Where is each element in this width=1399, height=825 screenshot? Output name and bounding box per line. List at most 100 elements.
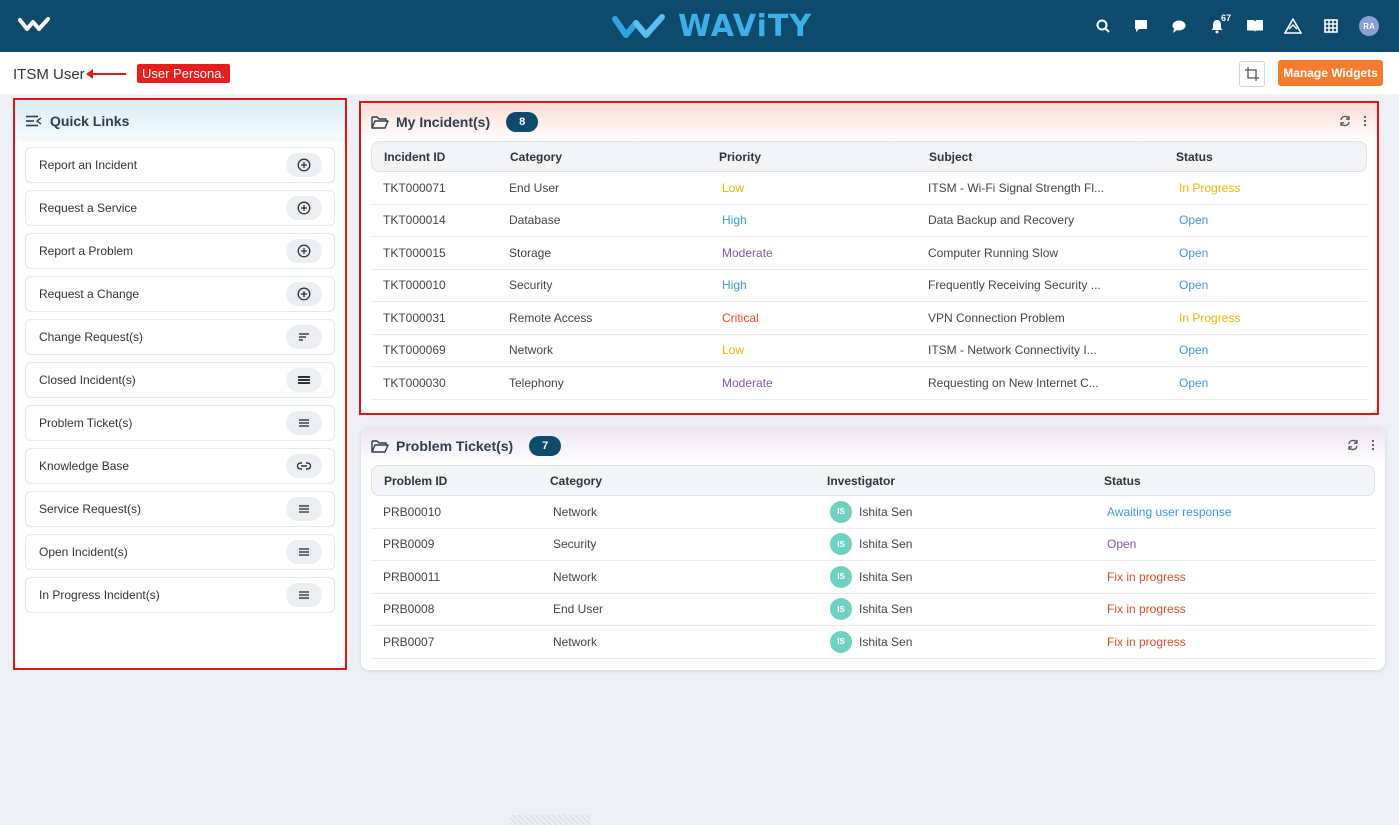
column-header[interactable]: Status (1092, 474, 1352, 488)
incident-id[interactable]: TKT000031 (371, 311, 497, 325)
quick-link-item[interactable]: Request a Change (25, 276, 335, 312)
problem-id[interactable]: PRB00010 (371, 505, 537, 519)
quick-link-action-button[interactable] (286, 153, 322, 177)
column-header[interactable]: Priority (707, 150, 917, 164)
refresh-icon[interactable] (1347, 439, 1359, 451)
quick-link-action-button[interactable] (286, 497, 322, 521)
menu-lines-icon (297, 589, 311, 601)
quick-link-action-button[interactable] (286, 325, 322, 349)
table-row[interactable]: TKT000069 Network Low ITSM - Network Con… (371, 335, 1367, 367)
refresh-icon[interactable] (1339, 115, 1351, 127)
table-row[interactable]: TKT000031 Remote Access Critical VPN Con… (371, 302, 1367, 335)
search-icon[interactable] (1087, 10, 1119, 42)
quick-link-action-button[interactable] (286, 454, 322, 478)
incident-id[interactable]: TKT000015 (371, 246, 497, 260)
quick-links-panel: Quick Links Report an Incident Request a… (15, 100, 345, 668)
grid-icon[interactable] (1315, 10, 1347, 42)
chat-bubble-icon[interactable] (1163, 10, 1195, 42)
incident-category: End User (509, 180, 560, 195)
incidents-widget-title: My Incident(s) (396, 114, 491, 130)
incident-status: Open (1179, 375, 1209, 390)
page-title: ITSM User (13, 66, 85, 83)
table-row[interactable]: TKT000015 Storage Moderate Computer Runn… (371, 237, 1367, 270)
incident-id[interactable]: TKT000069 (371, 343, 497, 357)
more-vertical-icon[interactable] (1371, 439, 1375, 451)
quick-link-action-button[interactable] (286, 196, 322, 220)
table-row[interactable]: TKT000014 Database High Data Backup and … (371, 205, 1367, 237)
problem-id[interactable]: PRB00011 (371, 570, 537, 584)
quick-link-label: Open Incident(s) (39, 545, 128, 559)
message-square-icon[interactable] (1125, 10, 1157, 42)
incident-status: In Progress (1179, 180, 1241, 195)
problem-investigator: IS Ishita Sen (814, 598, 1091, 621)
notification-count: 67 (1221, 13, 1232, 23)
quick-link-item[interactable]: Request a Service (25, 190, 335, 226)
menu-logo-icon[interactable] (18, 14, 50, 39)
quick-link-item[interactable]: Closed Incident(s) (25, 362, 335, 398)
problem-id[interactable]: PRB0009 (371, 537, 537, 551)
avatar: IS (830, 598, 852, 621)
incident-subject: Frequently Receiving Security ... (928, 278, 1101, 293)
problem-id[interactable]: PRB0008 (371, 602, 537, 616)
more-vertical-icon[interactable] (1363, 115, 1367, 127)
collapse-menu-icon[interactable] (26, 115, 42, 127)
annotation-arrow (86, 69, 126, 79)
investigator-name: Ishita Sen (859, 634, 913, 649)
incident-subject: ITSM - Wi-Fi Signal Strength Fl... (928, 180, 1105, 195)
problem-investigator: IS Ishita Sen (814, 630, 1091, 653)
incident-subject: Computer Running Slow (928, 245, 1059, 260)
quick-link-action-button[interactable] (286, 368, 322, 392)
column-header[interactable]: Subject (917, 150, 1164, 164)
book-icon[interactable] (1239, 10, 1271, 42)
quick-link-item[interactable]: Report an Incident (25, 147, 335, 183)
column-header[interactable]: Investigator (815, 474, 1092, 488)
incident-priority: Moderate (722, 245, 773, 260)
table-row[interactable]: PRB0009 Security IS Ishita Sen Open (371, 529, 1375, 561)
bell-icon[interactable]: 67 (1201, 10, 1233, 42)
quick-link-action-button[interactable] (286, 239, 322, 263)
quick-link-label: Report an Incident (39, 158, 138, 172)
column-header[interactable]: Status (1164, 150, 1314, 164)
column-header[interactable]: Problem ID (372, 474, 538, 488)
quick-link-item[interactable]: Open Incident(s) (25, 534, 335, 570)
user-avatar-button[interactable]: RA (1353, 10, 1385, 42)
quick-link-item[interactable]: Report a Problem (25, 233, 335, 269)
table-row[interactable]: TKT000010 Security High Frequently Recei… (371, 270, 1367, 302)
table-row[interactable]: PRB0008 End User IS Ishita Sen Fix in pr… (371, 594, 1375, 626)
quick-link-label: In Progress Incident(s) (39, 588, 160, 602)
quick-link-item[interactable]: Change Request(s) (25, 319, 335, 355)
manage-widgets-button[interactable]: Manage Widgets (1278, 60, 1383, 86)
incidents-count-badge: 8 (506, 112, 539, 132)
table-row[interactable]: TKT000030 Telephony Moderate Requesting … (371, 367, 1367, 400)
triangle-icon[interactable] (1277, 10, 1309, 42)
column-header[interactable]: Category (538, 474, 815, 488)
brand-logo[interactable]: WAViTY (612, 9, 812, 44)
problem-category: Network (553, 634, 598, 649)
quick-link-action-button[interactable] (286, 540, 322, 564)
problem-id[interactable]: PRB0007 (371, 635, 537, 649)
incident-id[interactable]: TKT000010 (371, 278, 497, 292)
incident-id[interactable]: TKT000030 (371, 376, 497, 390)
table-row[interactable]: TKT000071 End User Low ITSM - Wi-Fi Sign… (371, 172, 1367, 205)
incident-priority: High (722, 213, 747, 228)
incident-id[interactable]: TKT000014 (371, 213, 497, 227)
quick-link-action-button[interactable] (286, 583, 322, 607)
incident-priority: High (722, 278, 747, 293)
incident-status: Open (1179, 278, 1209, 293)
quick-link-action-button[interactable] (286, 411, 322, 435)
quick-link-action-button[interactable] (286, 282, 322, 306)
quick-link-item[interactable]: Knowledge Base (25, 448, 335, 484)
quick-link-item[interactable]: Problem Ticket(s) (25, 405, 335, 441)
table-row[interactable]: PRB0007 Network IS Ishita Sen Fix in pro… (371, 626, 1375, 659)
quick-link-item[interactable]: In Progress Incident(s) (25, 577, 335, 613)
column-header[interactable]: Incident ID (372, 150, 498, 164)
problems-widget-title: Problem Ticket(s) (396, 438, 514, 454)
quick-link-item[interactable]: Service Request(s) (25, 491, 335, 527)
table-row[interactable]: PRB00011 Network IS Ishita Sen Fix in pr… (371, 561, 1375, 594)
column-header[interactable]: Category (498, 150, 707, 164)
incident-priority: Critical (722, 310, 759, 325)
menu-lines-icon (297, 503, 311, 515)
incident-id[interactable]: TKT000071 (371, 181, 497, 195)
crop-button[interactable] (1239, 61, 1265, 87)
table-row[interactable]: PRB00010 Network IS Ishita Sen Awaiting … (371, 496, 1375, 529)
